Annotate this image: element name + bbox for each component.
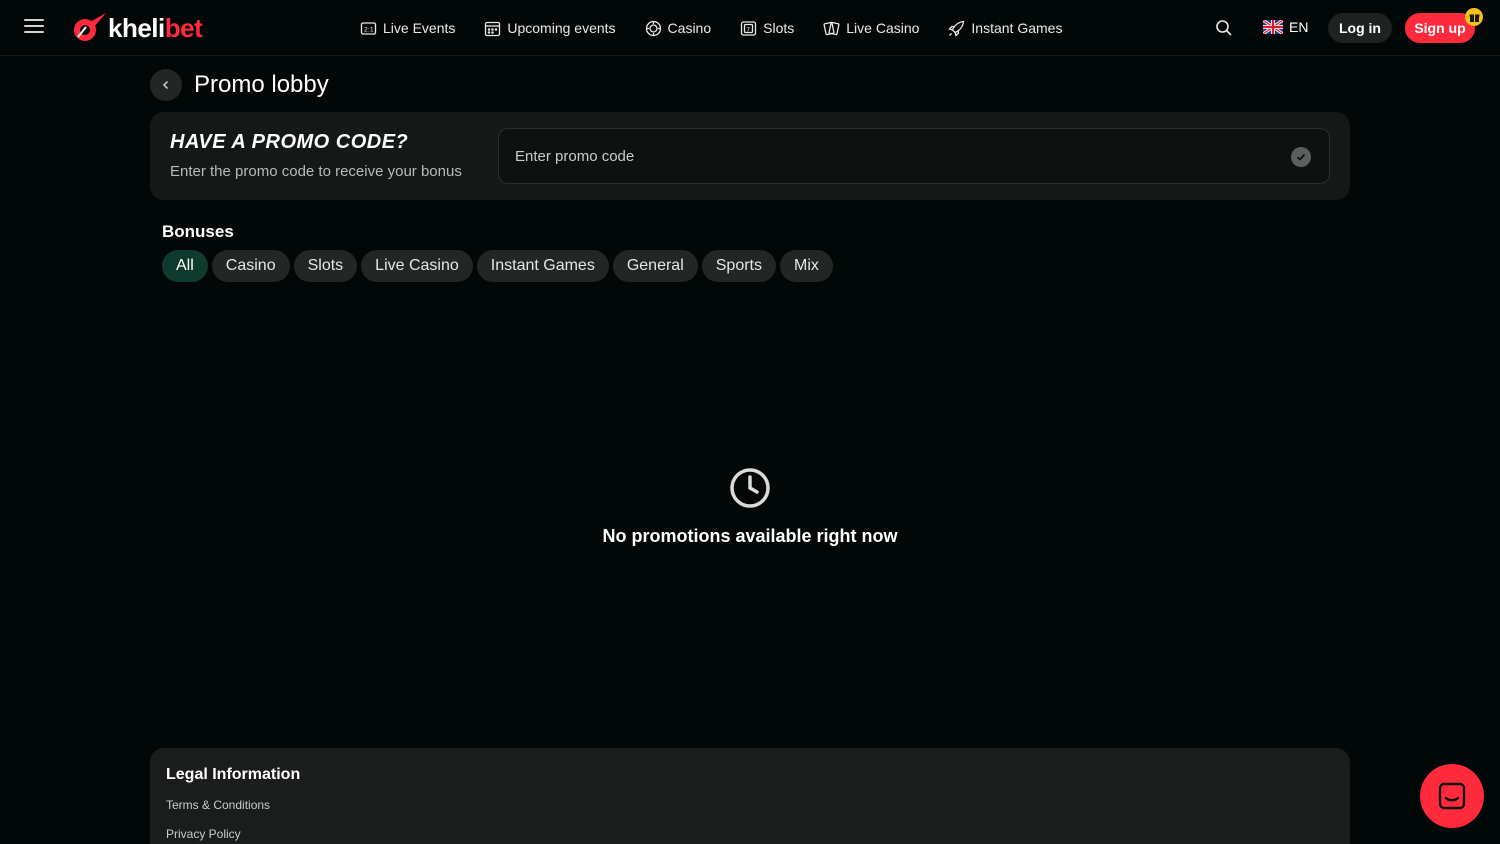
footer: Legal Information Terms & Conditions Pri… xyxy=(150,748,1350,844)
filter-chip-sports[interactable]: Sports xyxy=(701,250,776,282)
footer-link-terms[interactable]: Terms & Conditions xyxy=(166,798,270,812)
logo-text-white: kheli xyxy=(108,12,165,43)
nav-label: Casino xyxy=(667,20,712,36)
chat-icon xyxy=(1438,782,1466,810)
nav-live-events[interactable]: 2:1 Live Events xyxy=(360,20,455,37)
filter-chip-mix[interactable]: Mix xyxy=(780,250,833,282)
gift-icon[interactable] xyxy=(1465,8,1483,26)
filter-chip-live-casino[interactable]: Live Casino xyxy=(361,250,473,282)
slots-icon: 7 xyxy=(740,20,757,36)
nav-label: Live Casino xyxy=(846,20,920,36)
svg-text:2:1: 2:1 xyxy=(364,26,374,33)
nav-slots[interactable]: 7 Slots xyxy=(740,20,794,37)
top-header: khelibet 2:1 Live Events Upcoming events… xyxy=(0,0,1500,56)
language-code: EN xyxy=(1289,19,1309,35)
svg-text:7: 7 xyxy=(746,26,750,33)
search-icon[interactable] xyxy=(1215,19,1233,37)
logo-flame-icon xyxy=(74,13,106,41)
nav-label: Instant Games xyxy=(971,20,1063,36)
nav-label: Upcoming events xyxy=(507,20,616,36)
menu-icon[interactable] xyxy=(24,19,44,37)
login-button[interactable]: Log in xyxy=(1328,13,1392,43)
language-selector[interactable]: EN xyxy=(1263,19,1308,35)
live-events-icon: 2:1 xyxy=(360,21,377,35)
casino-chip-icon xyxy=(645,20,661,36)
brand-logo[interactable]: khelibet xyxy=(72,12,203,44)
filter-chip-general[interactable]: General xyxy=(612,250,698,282)
check-icon[interactable] xyxy=(1291,147,1311,167)
live-casino-cards-icon xyxy=(823,21,840,35)
empty-state-message: No promotions available right now xyxy=(602,526,898,546)
bonus-filter-tabs: All Casino Slots Live Casino Instant Gam… xyxy=(162,250,837,282)
nav-label: Live Events xyxy=(383,20,456,36)
filter-chip-instant-games[interactable]: Instant Games xyxy=(476,250,609,282)
footer-legal-heading: Legal Information xyxy=(166,766,301,783)
back-button[interactable] xyxy=(150,69,182,101)
chevron-left-icon xyxy=(162,80,169,90)
main-nav: 2:1 Live Events Upcoming events Casino 7… xyxy=(360,0,1091,56)
promo-input-wrapper xyxy=(498,128,1330,184)
promo-subtitle: Enter the promo code to receive your bon… xyxy=(170,163,462,180)
calendar-icon xyxy=(485,21,501,36)
nav-label: Slots xyxy=(763,20,795,36)
chat-support-button[interactable] xyxy=(1420,764,1484,828)
promo-heading: HAVE A PROMO CODE? xyxy=(170,131,409,153)
rocket-icon xyxy=(948,20,965,37)
clock-icon xyxy=(730,468,770,508)
nav-casino[interactable]: Casino xyxy=(645,20,712,37)
nav-upcoming-events[interactable]: Upcoming events xyxy=(484,20,616,37)
nav-live-casino[interactable]: Live Casino xyxy=(823,20,919,37)
page-title: Promo lobby xyxy=(194,71,329,98)
footer-link-privacy[interactable]: Privacy Policy xyxy=(166,827,241,841)
bonuses-heading: Bonuses xyxy=(162,222,234,241)
uk-flag-icon xyxy=(1263,20,1283,34)
promo-code-input[interactable] xyxy=(499,129,1329,183)
filter-chip-slots[interactable]: Slots xyxy=(293,250,358,282)
filter-chip-casino[interactable]: Casino xyxy=(211,250,290,282)
filter-chip-all[interactable]: All xyxy=(162,250,208,282)
promo-code-card: HAVE A PROMO CODE? Enter the promo code … xyxy=(150,112,1350,200)
logo-text-red: bet xyxy=(164,12,203,43)
nav-instant-games[interactable]: Instant Games xyxy=(948,20,1062,37)
